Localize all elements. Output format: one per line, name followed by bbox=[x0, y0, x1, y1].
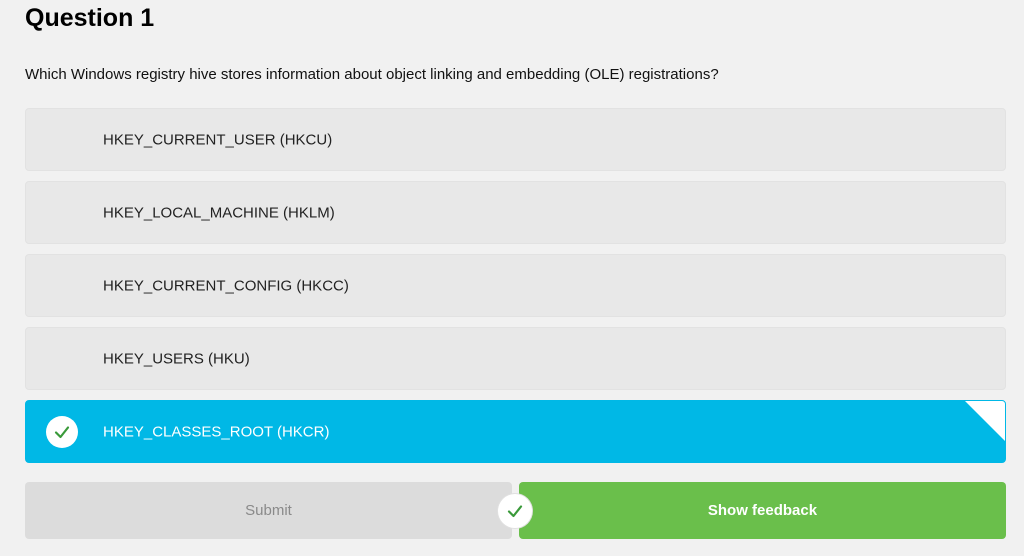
option-label: HKEY_CURRENT_CONFIG (HKCC) bbox=[103, 277, 349, 294]
option-hku[interactable]: HKEY_USERS (HKU) bbox=[25, 327, 1006, 390]
checkmark-icon bbox=[498, 494, 532, 528]
show-feedback-button[interactable]: Show feedback bbox=[519, 482, 1006, 539]
question-text: Which Windows registry hive stores infor… bbox=[25, 66, 719, 83]
option-label: HKEY_CLASSES_ROOT (HKCR) bbox=[103, 423, 330, 440]
checkmark-icon bbox=[46, 415, 78, 448]
correct-corner-marker bbox=[965, 401, 1005, 441]
option-hkcr[interactable]: HKEY_CLASSES_ROOT (HKCR) bbox=[25, 400, 1006, 463]
action-buttons: Submit Show feedback bbox=[25, 482, 1006, 539]
submit-button[interactable]: Submit bbox=[25, 482, 512, 539]
option-hklm[interactable]: HKEY_LOCAL_MACHINE (HKLM) bbox=[25, 181, 1006, 244]
option-label: HKEY_USERS (HKU) bbox=[103, 350, 250, 367]
option-label: HKEY_LOCAL_MACHINE (HKLM) bbox=[103, 204, 335, 221]
option-hkcc[interactable]: HKEY_CURRENT_CONFIG (HKCC) bbox=[25, 254, 1006, 317]
answer-options: HKEY_CURRENT_USER (HKCU) HKEY_LOCAL_MACH… bbox=[25, 108, 1006, 473]
question-title: Question 1 bbox=[25, 4, 155, 32]
option-label: HKEY_CURRENT_USER (HKCU) bbox=[103, 131, 333, 148]
option-hkcu[interactable]: HKEY_CURRENT_USER (HKCU) bbox=[25, 108, 1006, 171]
